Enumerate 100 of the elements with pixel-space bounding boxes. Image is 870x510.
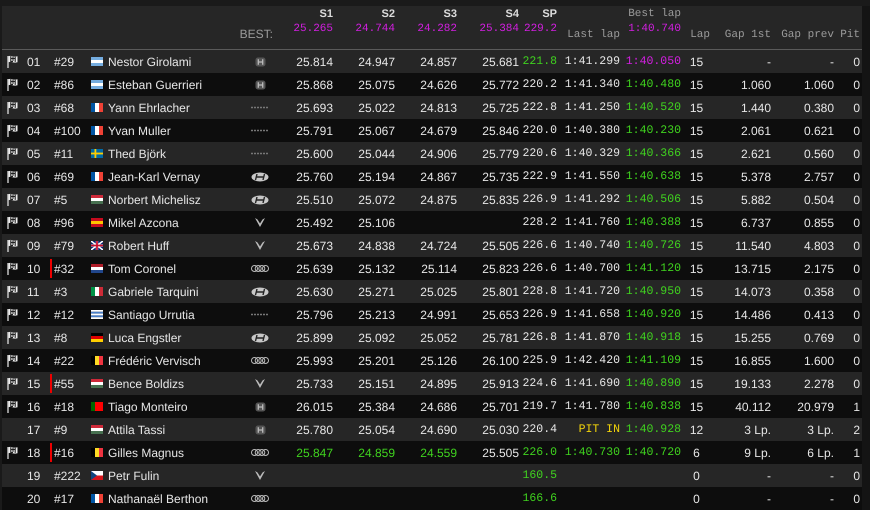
driver-name: Norbert Michelisz [108,192,201,206]
table-cell: 0.413 [804,308,834,322]
table-cell: 25.114 [421,262,457,276]
table-cell: 2.061 [740,124,771,138]
table-cell: 15 [690,330,704,344]
checkered-flag-icon [6,400,18,413]
table-cell: 1:40.700 [564,262,620,275]
table-cell: 5.882 [740,192,771,206]
table-cell: 220.6 [522,147,557,160]
position: 15 [27,376,40,390]
table-cell: 1:40.726 [626,239,681,252]
position: 06 [27,170,40,184]
car-number: #79 [54,238,74,252]
table-cell: 1:40.366 [626,147,681,160]
table-cell: 25.271 [358,284,395,298]
table-cell: 226.6 [522,239,557,252]
scrollbar[interactable] [862,6,870,510]
table-cell: 25.791 [296,124,333,138]
column-header: S4 [506,8,519,20]
table-cell: 25.733 [296,376,333,390]
table-cell: 15 [690,354,704,368]
table-cell: 1:40.329 [564,147,620,160]
table-cell: 0 [853,330,860,344]
table-cell: 25.510 [296,192,333,206]
table-cell: 1.600 [804,354,834,368]
table-cell: 0 [853,146,860,160]
table-cell: 6.737 [740,216,771,230]
table-cell: 0 [853,492,860,506]
driver-name: Thed Björk [108,146,166,160]
table-cell: 24.947 [358,54,395,68]
checkered-flag-icon [6,377,18,390]
table-cell: 0 [853,308,860,322]
table-cell: 25.846 [482,124,519,138]
table-cell: 1:40.638 [626,170,681,183]
table-cell: 25.779 [482,146,519,160]
table-cell: 1:41.690 [564,377,620,390]
checkered-flag-icon [6,193,18,206]
table-cell: 1:41.658 [564,308,620,321]
table-cell: 25.868 [296,78,333,92]
table-cell: 0 [853,376,860,390]
table-cell: 0.504 [804,192,834,206]
table-cell: 0 [853,354,860,368]
best-time: 1:40.740 [628,23,681,35]
position: 11 [27,284,40,298]
checkered-flag-icon [6,78,18,91]
table-cell: 25.630 [296,284,333,298]
position: 16 [27,400,40,414]
table-cell: 0 [853,78,860,92]
table-cell: 1:41.292 [564,193,620,206]
table-cell: 25.814 [296,54,333,68]
best-label: BEST: [240,27,273,41]
table-cell: 0 [693,492,700,506]
table-cell: 0.769 [804,330,834,344]
driver-name: Gilles Magnus [108,446,184,460]
table-cell: 19.133 [734,376,771,390]
dashed-mark-icon [251,152,269,155]
table-cell: 25.067 [358,124,395,138]
table-cell: 2 [853,422,860,436]
table-cell: 1:41.760 [564,216,620,229]
table-cell: 24.813 [420,100,457,114]
table-cell: 25.899 [296,330,333,344]
table-cell: 1.060 [804,78,834,92]
h-badge-icon [254,56,266,66]
table-cell: 15 [690,400,704,414]
checkered-flag-icon [6,354,18,367]
table-cell: 15 [690,308,704,322]
table-cell: 1:40.838 [626,400,681,413]
table-cell: 222.8 [522,101,557,114]
checkered-flag-icon [6,55,18,68]
position: 04 [27,124,40,138]
driver-name: Yvan Muller [108,124,171,138]
table-cell: 0.621 [804,124,834,138]
position: 18 [27,446,40,460]
checkered-flag-icon [6,239,18,252]
table-cell: 4.803 [804,238,834,252]
driver-name: Esteban Guerrieri [108,78,202,92]
position: 02 [27,78,40,92]
car-number: #5 [54,192,68,206]
table-cell: 1:41.780 [564,400,620,413]
position: 19 [27,468,40,482]
table-cell: 1:40.730 [564,446,620,459]
table-cell: 15.255 [734,330,771,344]
rings-icon [251,265,269,272]
table-cell: 1 [853,446,860,460]
driver-name: Petr Fulin [108,468,160,482]
table-cell: 1:42.420 [564,354,620,367]
driver-name: Nathanaël Berthon [108,492,208,506]
table-cell: 15 [690,100,704,114]
table-cell: 1:40.720 [626,446,681,459]
table-cell: 6 [693,446,700,460]
table-cell: 13.715 [734,262,771,276]
table-cell: 25.823 [482,262,519,276]
table-cell: 25.201 [358,354,395,368]
checkered-flag-icon [6,331,18,344]
driver-name: Attila Tassi [108,422,166,436]
dashed-mark-icon [251,313,269,316]
table-cell: 25.505 [482,238,519,252]
table-cell: 0 [853,170,860,184]
chevron-icon [255,241,265,250]
checkered-flag-icon [6,308,18,321]
